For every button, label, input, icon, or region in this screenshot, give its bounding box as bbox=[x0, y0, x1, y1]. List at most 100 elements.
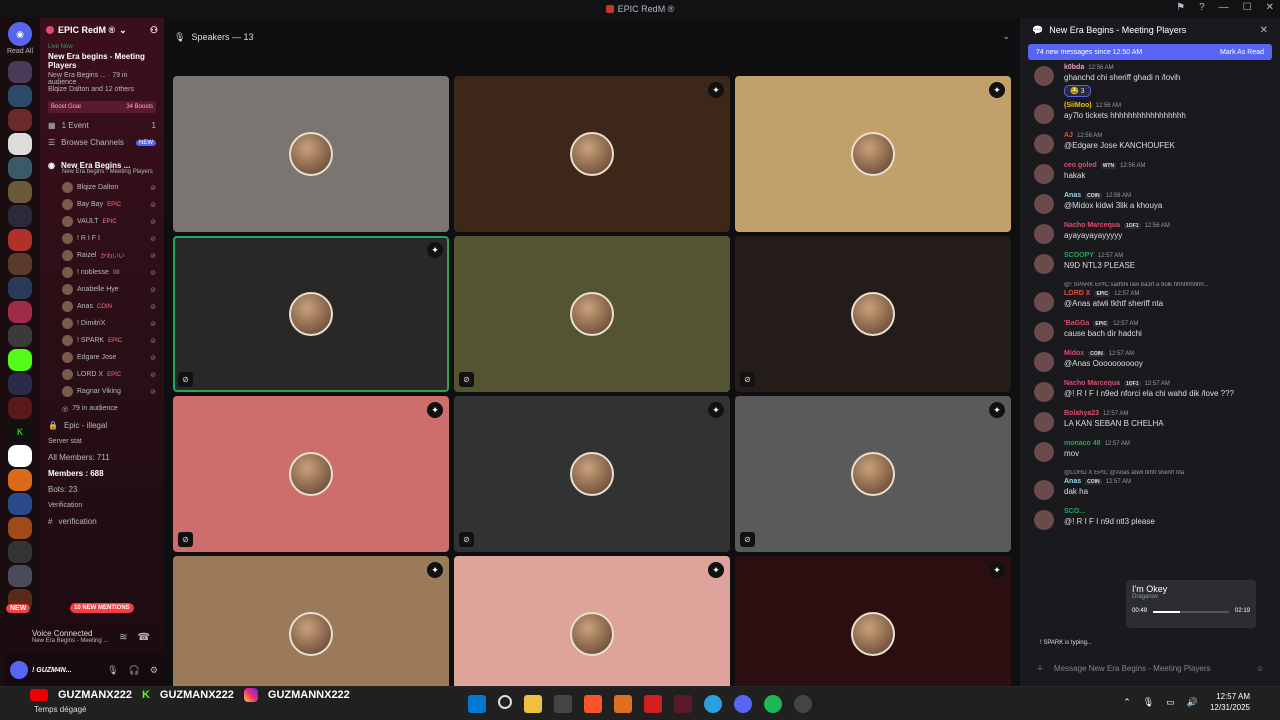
headphones-icon[interactable]: 🎧 bbox=[129, 665, 140, 676]
chat-message[interactable]: Anas COIN 12:56 AM @Midox kidwi 3lik a khou… bbox=[1020, 190, 1280, 220]
noise-suppression-icon[interactable]: ≋ bbox=[119, 632, 127, 643]
new-messages-bar[interactable]: 74 new messages since 12:50 AM Mark As R… bbox=[1028, 44, 1272, 60]
new-mentions-badge[interactable]: 10 NEW MENTIONS bbox=[70, 603, 134, 613]
server-icon[interactable] bbox=[8, 133, 32, 155]
read-all-label[interactable]: Read All bbox=[7, 48, 33, 55]
maximize-button[interactable]: ☐ bbox=[1243, 2, 1252, 13]
stat-members[interactable]: Members : 688 bbox=[40, 465, 164, 481]
server-icon[interactable] bbox=[8, 373, 32, 395]
boost-goal-bar[interactable]: Boost Goal 34 Boosts bbox=[48, 101, 156, 113]
app-icon[interactable] bbox=[614, 695, 632, 713]
avatar[interactable] bbox=[1034, 382, 1054, 402]
chat-message[interactable]: Nacho Marcequa 1OF1 12:56 AM ayayayayayyyyy bbox=[1020, 220, 1280, 250]
track-progress[interactable] bbox=[1153, 611, 1229, 613]
discord-icon[interactable] bbox=[734, 695, 752, 713]
server-icon[interactable] bbox=[8, 277, 32, 299]
message-author[interactable]: SCO... bbox=[1064, 508, 1085, 515]
speaker-tile[interactable]: ✦ bbox=[454, 76, 730, 232]
voice-user[interactable]: Bay Bay EPIC ⊘ bbox=[40, 196, 164, 213]
events-item[interactable]: ▦ 1 Event 1 bbox=[40, 117, 164, 134]
telegram-icon[interactable] bbox=[704, 695, 722, 713]
file-explorer-icon[interactable] bbox=[524, 695, 542, 713]
message-author[interactable]: monaco 48 bbox=[1064, 440, 1101, 447]
direct-messages-button[interactable]: ◉ bbox=[8, 22, 32, 46]
channel-epic-illegal[interactable]: 🔒 Epic - illegal bbox=[40, 417, 164, 433]
emoji-icon[interactable]: ☺ bbox=[1256, 664, 1264, 673]
chevron-down-icon[interactable]: ⌄ bbox=[1002, 31, 1010, 42]
audience-item[interactable]: ◎ 79 in audience bbox=[40, 400, 164, 417]
plus-icon[interactable]: ＋ bbox=[1036, 663, 1044, 674]
message-author[interactable]: ceo goled bbox=[1064, 162, 1097, 169]
avatar[interactable] bbox=[1034, 104, 1054, 124]
message-author[interactable]: Anas bbox=[1064, 478, 1081, 485]
voice-user[interactable]: ! R I F I ⊘ bbox=[40, 230, 164, 247]
message-input[interactable]: ＋ Message New Era Begins - Meeting Playe… bbox=[1028, 656, 1272, 680]
chat-message[interactable]: (SiiMoo) 12:56 AM ay7lo tickets hhhhhhhhhh… bbox=[1020, 100, 1280, 130]
stat-all-members[interactable]: All Members: 711 bbox=[40, 449, 164, 465]
chat-message[interactable]: ceo goled WTN 12:56 AM hakak bbox=[1020, 160, 1280, 190]
gear-icon[interactable]: ⚙ bbox=[150, 665, 158, 676]
voice-user[interactable]: ! SPARK EPIC ⊘ bbox=[40, 332, 164, 349]
channel-verification[interactable]: # verification bbox=[40, 513, 164, 529]
server-icon[interactable] bbox=[8, 445, 32, 467]
message-author[interactable]: AJ bbox=[1064, 132, 1073, 139]
avatar[interactable] bbox=[1034, 510, 1054, 530]
server-icon[interactable] bbox=[8, 61, 32, 83]
minimize-button[interactable]: — bbox=[1219, 2, 1229, 13]
inbox-icon[interactable]: ⚑ bbox=[1176, 2, 1185, 13]
speaker-tile[interactable]: ⊘ bbox=[735, 236, 1011, 392]
chat-message[interactable]: Midox COIN 12:57 AM @Anas Ooooooooooy bbox=[1020, 348, 1280, 378]
server-icon[interactable] bbox=[8, 397, 32, 419]
voice-user[interactable]: ! DimitriX ⊘ bbox=[40, 315, 164, 332]
disconnect-icon[interactable]: ☎ bbox=[138, 632, 150, 643]
server-icon[interactable] bbox=[8, 301, 32, 323]
speaker-tile[interactable]: ✦ ⊘ bbox=[735, 396, 1011, 552]
server-icon[interactable] bbox=[8, 565, 32, 587]
category-verification[interactable]: Verification bbox=[40, 497, 164, 513]
voice-user[interactable]: Blqize Dalton ⊘ bbox=[40, 179, 164, 196]
reaction-pill[interactable]: 😂 3 bbox=[1064, 85, 1091, 97]
app-icon[interactable] bbox=[644, 695, 662, 713]
guild-header[interactable]: EPIC RedM ® ⌄ ⚇ bbox=[40, 18, 164, 42]
voice-user[interactable]: Anas COIN ⊘ bbox=[40, 298, 164, 315]
chat-message[interactable]: SCOOPY 12:57 AM N9D NTL3 PLEASE bbox=[1020, 250, 1280, 280]
server-icon[interactable] bbox=[8, 181, 32, 203]
server-icon[interactable] bbox=[8, 253, 32, 275]
message-author[interactable]: Nacho Marcequa bbox=[1064, 222, 1120, 229]
spotify-icon[interactable] bbox=[764, 695, 782, 713]
voice-user[interactable]: Ragnar Viking ⊘ bbox=[40, 383, 164, 400]
close-button[interactable]: ✕ bbox=[1266, 2, 1274, 13]
message-author[interactable]: k0bda bbox=[1064, 64, 1084, 71]
chat-message[interactable]: Anas COIN 12:57 AM dak ha bbox=[1020, 476, 1280, 506]
voice-user[interactable]: Edgare Jose ⊘ bbox=[40, 349, 164, 366]
category-server-stat[interactable]: Server stat bbox=[40, 433, 164, 449]
avatar[interactable] bbox=[1034, 412, 1054, 432]
chat-message[interactable]: monaco 48 12:57 AM mov bbox=[1020, 438, 1280, 468]
speaker-tile[interactable]: ✦ ⊘ bbox=[173, 236, 449, 392]
avatar[interactable] bbox=[1034, 194, 1054, 214]
avatar[interactable] bbox=[1034, 254, 1054, 274]
clock[interactable]: 12:57 AM 12/31/2025 bbox=[1210, 691, 1250, 713]
server-icon[interactable] bbox=[8, 541, 32, 563]
avatar[interactable] bbox=[1034, 134, 1054, 154]
voice-user[interactable]: Anabelle Hye ⊘ bbox=[40, 281, 164, 298]
avatar[interactable] bbox=[1034, 292, 1054, 312]
chat-message[interactable]: k0bda 12:56 AM ghanchd chi sheriff ghadi n… bbox=[1020, 62, 1280, 100]
avatar[interactable] bbox=[1034, 164, 1054, 184]
server-icon[interactable] bbox=[8, 325, 32, 347]
server-icon[interactable] bbox=[8, 157, 32, 179]
help-icon[interactable]: ? bbox=[1199, 2, 1205, 13]
store-icon[interactable] bbox=[554, 695, 572, 713]
chat-message[interactable]: Bolahya23 12:57 AM LA KAN SEBAN B CHELHA bbox=[1020, 408, 1280, 438]
message-author[interactable]: Nacho Marcequa bbox=[1064, 380, 1120, 387]
mark-as-read-button[interactable]: Mark As Read bbox=[1220, 49, 1264, 56]
add-user-icon[interactable]: ⚇ bbox=[150, 25, 158, 36]
message-author[interactable]: (SiiMoo) bbox=[1064, 102, 1092, 109]
close-icon[interactable]: ✕ bbox=[1260, 25, 1268, 36]
voice-user[interactable]: Raizel かわいい ⊘ bbox=[40, 247, 164, 264]
chat-message[interactable]: LORD X EPIC 12:57 AM @Anas atwli tkhtf sher… bbox=[1020, 288, 1280, 318]
speaker-tile[interactable]: ✦ ⊘ bbox=[454, 396, 730, 552]
music-popup[interactable]: I'm Okey Draganov 00:49 02:19 bbox=[1126, 580, 1256, 628]
chevron-up-icon[interactable]: ⌃ bbox=[1123, 697, 1131, 708]
brave-icon[interactable] bbox=[584, 695, 602, 713]
